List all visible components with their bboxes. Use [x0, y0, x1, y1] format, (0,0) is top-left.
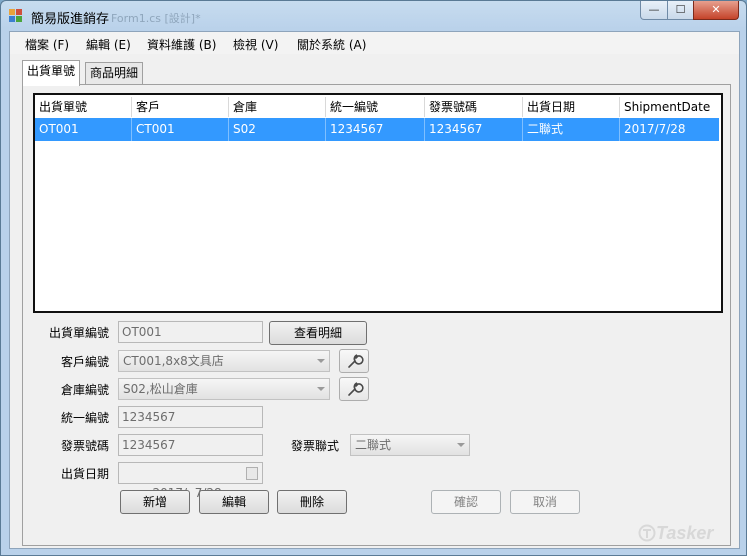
- tab-product-details[interactable]: 商品明細: [85, 62, 144, 85]
- ship-date-picker[interactable]: 2017/ 7/28: [118, 462, 263, 500]
- tab-shipment-orders[interactable]: 出貨單號: [22, 60, 81, 86]
- cell-invoice-no[interactable]: 1234567: [425, 118, 523, 141]
- invoice-no-label: 發票號碼: [61, 439, 110, 453]
- app-window: 簡易版進銷存 Form1.cs [設計]* — ☐ ✕ 檔案 (F) 編輯 (E…: [0, 0, 747, 556]
- delete-button[interactable]: 刪除: [277, 490, 347, 514]
- title-bar[interactable]: 簡易版進銷存 Form1.cs [設計]* — ☐ ✕: [1, 1, 746, 31]
- watermark-text: Tasker: [656, 523, 714, 543]
- shipment-grid[interactable]: 出貨單號 客戶 倉庫 統一編號 發票號碼 出貨日期 ShipmentDate O…: [33, 93, 723, 313]
- add-button[interactable]: 新增: [120, 490, 190, 514]
- cell-ship-date[interactable]: 二聯式: [523, 118, 620, 141]
- tasker-logo-icon: [638, 524, 656, 542]
- menu-data-maintenance[interactable]: 資料維護 (B): [147, 36, 216, 53]
- app-icon: [9, 9, 23, 23]
- confirm-button[interactable]: 確認: [431, 490, 501, 514]
- minimize-icon: —: [648, 3, 660, 16]
- cell-order-no[interactable]: OT001: [35, 118, 132, 141]
- invoice-type-label: 發票聯式: [291, 439, 340, 453]
- column-header-ship-date[interactable]: 出貨日期: [523, 97, 620, 117]
- chevron-down-icon: [317, 359, 325, 363]
- column-header-customer[interactable]: 客戶: [132, 97, 229, 117]
- menu-view[interactable]: 檢視 (V): [233, 36, 278, 53]
- view-detail-button[interactable]: 查看明細: [269, 321, 367, 345]
- column-header-warehouse[interactable]: 倉庫: [229, 97, 326, 117]
- calendar-icon: [246, 467, 258, 480]
- warehouse-label: 倉庫編號: [61, 383, 110, 397]
- customer-lookup-button[interactable]: [339, 349, 369, 373]
- column-header-tax-id[interactable]: 統一編號: [326, 97, 425, 117]
- column-header-invoice-no[interactable]: 發票號碼: [425, 97, 523, 117]
- chevron-down-icon: [457, 443, 465, 447]
- menu-edit[interactable]: 編輯 (E): [86, 36, 131, 53]
- invoice-type-combobox[interactable]: 二聯式: [350, 434, 470, 456]
- cancel-button[interactable]: 取消: [510, 490, 580, 514]
- edit-button[interactable]: 編輯: [199, 490, 269, 514]
- invoice-no-field[interactable]: 1234567: [118, 434, 263, 456]
- invoice-type-value: 二聯式: [355, 438, 392, 452]
- table-row[interactable]: OT001 CT001 S02 1234567 1234567 二聯式 2017…: [35, 118, 719, 141]
- minimize-button[interactable]: —: [640, 1, 668, 20]
- customer-value: CT001,8x8文具店: [123, 354, 224, 368]
- background-window-text: Form1.cs [設計]*: [111, 12, 201, 25]
- watermark-logo: Tasker: [638, 523, 713, 544]
- tab-page-shipment-orders: 出貨單號 客戶 倉庫 統一編號 發票號碼 出貨日期 ShipmentDate O…: [22, 84, 731, 546]
- ship-date-label: 出貨日期: [61, 467, 110, 481]
- client-area: 檔案 (F) 編輯 (E) 資料維護 (B) 檢視 (V) 關於系統 (A) 出…: [9, 31, 740, 549]
- close-button[interactable]: ✕: [693, 1, 739, 20]
- cell-tax-id[interactable]: 1234567: [326, 118, 425, 141]
- tax-id-field[interactable]: 1234567: [118, 406, 263, 428]
- column-header-order-no[interactable]: 出貨單號: [35, 97, 132, 117]
- cell-customer[interactable]: CT001: [132, 118, 229, 141]
- maximize-button[interactable]: ☐: [667, 1, 694, 20]
- wrench-icon: [348, 382, 364, 396]
- warehouse-lookup-button[interactable]: [339, 377, 369, 401]
- cell-shipment-date[interactable]: 2017/7/28: [620, 118, 719, 141]
- order-no-field[interactable]: OT001: [118, 321, 263, 343]
- menu-bar: 檔案 (F) 編輯 (E) 資料維護 (B) 檢視 (V) 關於系統 (A): [10, 32, 739, 54]
- warehouse-value: S02,松山倉庫: [123, 382, 198, 396]
- cell-warehouse[interactable]: S02: [229, 118, 326, 141]
- menu-file[interactable]: 檔案 (F): [25, 36, 69, 53]
- customer-label: 客戶編號: [61, 355, 110, 369]
- wrench-icon: [348, 354, 364, 368]
- menu-about[interactable]: 關於系統 (A): [297, 36, 366, 53]
- order-no-label: 出貨單編號: [49, 326, 110, 340]
- customer-combobox[interactable]: CT001,8x8文具店: [118, 350, 330, 372]
- column-header-shipment-date[interactable]: ShipmentDate: [620, 97, 719, 117]
- maximize-icon: ☐: [675, 3, 686, 16]
- tax-id-label: 統一編號: [61, 411, 110, 425]
- chevron-down-icon: [317, 387, 325, 391]
- window-title: 簡易版進銷存: [31, 12, 110, 27]
- warehouse-combobox[interactable]: S02,松山倉庫: [118, 378, 330, 400]
- close-icon: ✕: [711, 3, 721, 16]
